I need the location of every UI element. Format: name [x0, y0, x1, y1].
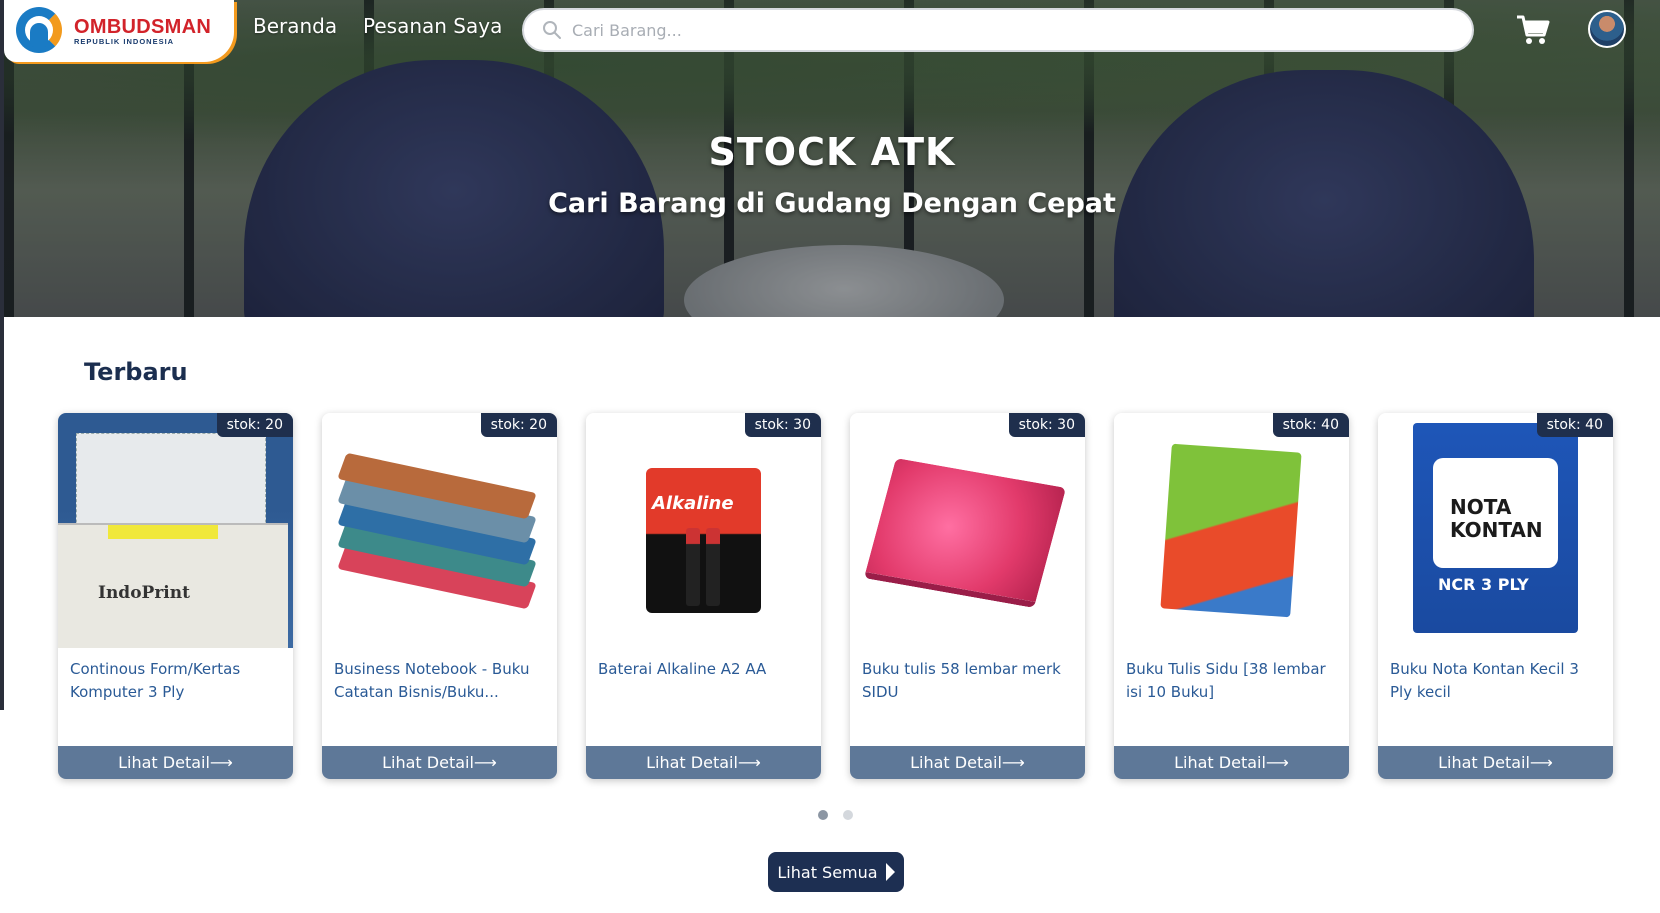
product-card[interactable]: stok: 20 Business Notebook - Buku Catata…	[322, 413, 557, 779]
product-title[interactable]: Business Notebook - Buku Catatan Bisnis/…	[334, 658, 547, 704]
view-detail-button[interactable]: Lihat Detail⟶	[1114, 746, 1349, 779]
product-card[interactable]: IndoPrint stok: 20 Continous Form/Kertas…	[58, 413, 293, 779]
see-all-label: Lihat Semua	[777, 862, 878, 882]
product-card[interactable]: NOTA KONTAN NCR 3 PLY stok: 40 Buku Nota…	[1378, 413, 1613, 779]
nav-home-link[interactable]: Beranda	[253, 14, 337, 38]
logo-name: OMBUDSMAN	[74, 15, 212, 38]
product-image	[1114, 413, 1349, 648]
cart-icon[interactable]	[1516, 14, 1550, 46]
view-detail-button[interactable]: Lihat Detail⟶	[58, 746, 293, 779]
search-bar[interactable]	[522, 8, 1474, 52]
pagination-dot-1[interactable]	[818, 810, 828, 820]
product-card[interactable]: stok: 40 Buku Tulis Sidu [38 lembar isi …	[1114, 413, 1349, 779]
search-input[interactable]	[572, 20, 1452, 40]
see-all-button[interactable]: Lihat Semua	[768, 852, 904, 892]
product-image	[850, 413, 1085, 648]
product-image: IndoPrint	[58, 413, 293, 648]
product-title[interactable]: Buku Tulis Sidu [38 lembar isi 10 Buku]	[1126, 658, 1339, 704]
nav-orders-link[interactable]: Pesanan Saya	[363, 14, 502, 38]
search-icon	[543, 21, 561, 39]
stock-badge: stok: 20	[480, 413, 557, 437]
product-image-brand: IndoPrint	[98, 583, 190, 603]
product-image-text: NCR 3 PLY	[1438, 575, 1529, 594]
play-arrow-icon	[885, 863, 895, 881]
view-detail-button[interactable]: Lihat Detail⟶	[1378, 746, 1613, 779]
ombudsman-logo-icon	[14, 5, 66, 57]
stock-badge: stok: 40	[1272, 413, 1349, 437]
view-detail-button[interactable]: Lihat Detail⟶	[586, 746, 821, 779]
carousel-pagination	[818, 810, 853, 820]
product-image-brand: Alkaline	[652, 493, 734, 514]
logo-subtitle: REPUBLIK INDONESIA	[74, 36, 175, 46]
section-title-latest: Terbaru	[84, 358, 188, 386]
stock-badge: stok: 30	[1008, 413, 1085, 437]
stock-badge: stok: 20	[216, 413, 293, 437]
product-image-text: NOTA	[1450, 495, 1512, 519]
user-avatar[interactable]	[1588, 10, 1626, 48]
product-title[interactable]: Continous Form/Kertas Komputer 3 Ply	[70, 658, 283, 704]
product-title[interactable]: Buku tulis 58 lembar merk SIDU	[862, 658, 1075, 704]
product-image	[322, 413, 557, 648]
hero-subtitle: Cari Barang di Gudang Dengan Cepat	[548, 188, 1116, 219]
product-card[interactable]: stok: 30 Buku tulis 58 lembar merk SIDU …	[850, 413, 1085, 779]
product-card[interactable]: Alkaline stok: 30 Baterai Alkaline A2 AA…	[586, 413, 821, 779]
stock-badge: stok: 30	[744, 413, 821, 437]
product-image: Alkaline	[586, 413, 821, 648]
logo[interactable]: OMBUDSMAN REPUBLIK INDONESIA	[4, 0, 234, 62]
stock-badge: stok: 40	[1536, 413, 1613, 437]
view-detail-button[interactable]: Lihat Detail⟶	[322, 746, 557, 779]
product-image-text: KONTAN	[1450, 518, 1543, 542]
product-carousel: IndoPrint stok: 20 Continous Form/Kertas…	[58, 413, 1613, 779]
hero-title: STOCK ATK	[708, 130, 956, 174]
view-detail-button[interactable]: Lihat Detail⟶	[850, 746, 1085, 779]
product-title[interactable]: Baterai Alkaline A2 AA	[598, 658, 811, 681]
product-title[interactable]: Buku Nota Kontan Kecil 3 Ply kecil	[1390, 658, 1603, 704]
pagination-dot-2[interactable]	[843, 810, 853, 820]
product-image: NOTA KONTAN NCR 3 PLY	[1378, 413, 1613, 648]
